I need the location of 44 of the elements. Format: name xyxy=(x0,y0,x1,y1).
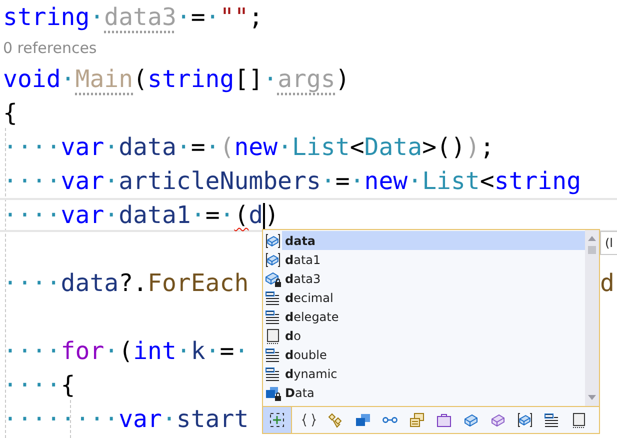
square-icon xyxy=(265,328,281,344)
code-fragment: d xyxy=(599,268,614,299)
code-line: ····var·articleNumbers·=·new·List<string xyxy=(2,167,582,195)
completion-item[interactable]: Data xyxy=(263,383,585,402)
cube-in-brackets-icon xyxy=(265,252,281,268)
lines-icon xyxy=(544,412,560,428)
scrollbar[interactable] xyxy=(585,230,599,406)
plus-square-icon xyxy=(269,412,285,428)
code-line: ····data?.ForEach xyxy=(2,269,249,297)
code-line: ····var·data·=·(new·List<Data>()); xyxy=(2,133,494,161)
tooltip: (l xyxy=(600,231,617,255)
lines-icon xyxy=(265,346,281,362)
lines-icon xyxy=(265,308,281,324)
squares-lock-icon xyxy=(265,384,281,400)
completion-item[interactable]: data1 xyxy=(263,250,585,269)
completion-item[interactable]: do xyxy=(263,326,585,345)
completion-item[interactable]: dynamic xyxy=(263,364,585,383)
cards-icon xyxy=(408,412,424,428)
box-icon xyxy=(490,412,506,428)
completion-item[interactable]: data xyxy=(263,231,585,250)
code-line: void·Main(string[]·args) xyxy=(2,65,350,93)
lines-icon xyxy=(265,290,281,306)
squares-icon xyxy=(354,412,370,428)
completion-item[interactable]: decimal xyxy=(263,288,585,307)
cube-lock-icon xyxy=(265,270,281,286)
completion-item[interactable]: data3 xyxy=(263,269,585,288)
code-line: string·data3·=·""; xyxy=(2,3,264,31)
cube-in-brackets-icon xyxy=(265,232,281,248)
code-line: ····var·data1·=·(d) xyxy=(2,201,280,229)
cube-in-brackets-icon xyxy=(516,412,532,428)
lines-icon xyxy=(265,366,281,382)
briefcase-icon xyxy=(436,412,452,428)
code-line: ····for·(int·k·=· xyxy=(2,337,249,365)
square-icon xyxy=(570,412,586,428)
filter-button[interactable] xyxy=(263,407,292,433)
braces-icon xyxy=(300,412,316,428)
scroll-thumb[interactable] xyxy=(588,246,596,254)
completion-item[interactable]: double xyxy=(263,345,585,364)
cube-icon xyxy=(462,412,478,428)
code-line: ····{ xyxy=(2,371,76,399)
code-line: { xyxy=(2,99,18,127)
code-line: ········var·start xyxy=(2,405,249,433)
completion-item[interactable]: delegate xyxy=(263,307,585,326)
diamonds-icon xyxy=(328,412,344,428)
